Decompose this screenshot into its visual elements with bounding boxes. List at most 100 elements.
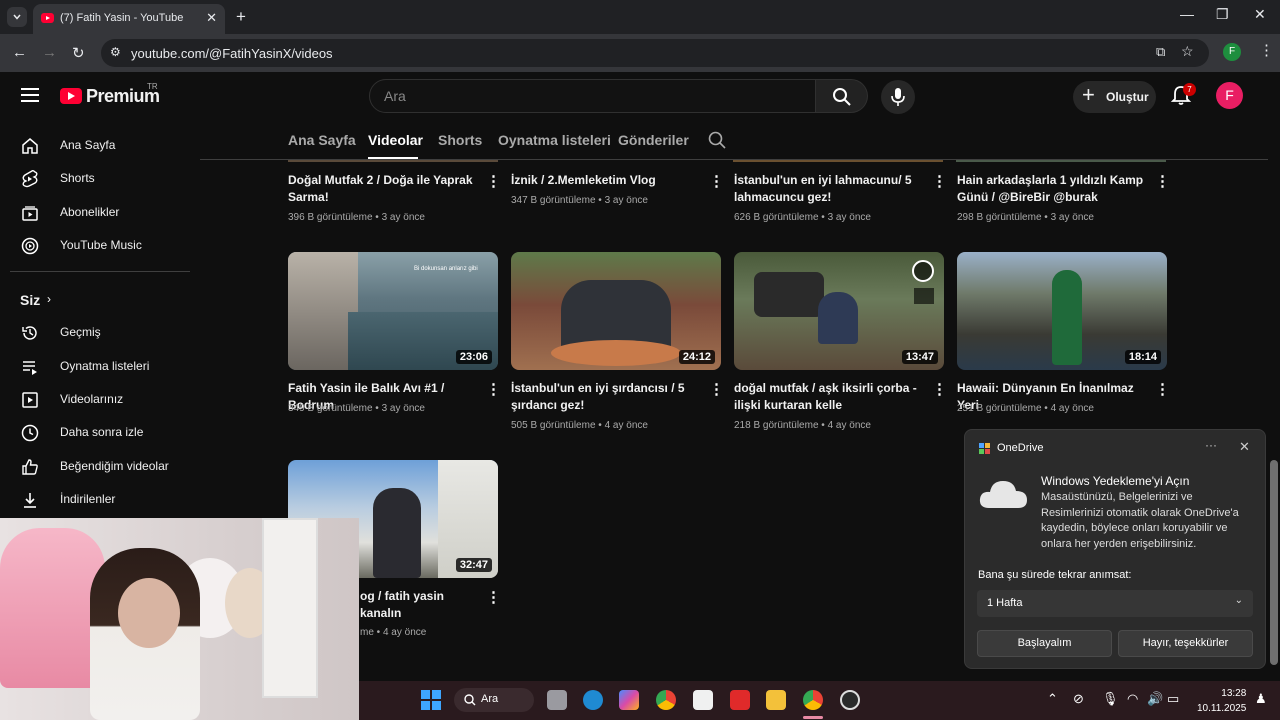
browser-profile-avatar[interactable]: F [1223,43,1241,61]
sidebar-item-watch-later[interactable]: Daha sonra izle [0,418,200,448]
volume-icon[interactable]: 🔊 [1147,691,1163,707]
search-button[interactable] [816,79,868,113]
maximize-icon[interactable]: ❐ [1216,6,1229,23]
video-menu-icon[interactable]: ⋮ [709,172,724,190]
install-app-icon[interactable]: ⧉ [1156,44,1165,60]
chevron-right-icon[interactable]: › [47,292,51,306]
video-title[interactable]: Hain arkadaşlarla 1 yıldızlı Kamp Günü /… [957,172,1147,206]
video-title[interactable]: og / fatih yasin kanalın [360,588,485,622]
add-to-queue-icon[interactable] [914,288,934,304]
video-title[interactable]: İstanbul'un en iyi şırdancısı / 5 şırdan… [511,380,696,414]
show-hidden-icons-icon[interactable]: ⌃ [1047,691,1058,707]
video-menu-icon[interactable]: ⋮ [1155,172,1170,190]
scrollbar-thumb[interactable] [1270,460,1278,665]
voice-search-button[interactable] [881,80,915,114]
search-box [369,79,816,113]
view-count: 349 B görüntüleme [288,403,373,414]
view-count: 218 B görüntüleme [734,420,819,431]
more-options-icon[interactable]: ··· [1205,438,1217,452]
battery-icon[interactable]: ▭ [1167,691,1179,707]
video-menu-icon[interactable]: ⋮ [486,588,501,606]
site-info-icon[interactable]: ⚙ [110,45,121,59]
search-input[interactable] [384,88,784,104]
video-duration: 18:14 [1124,350,1161,364]
no-thanks-button[interactable]: Hayır, teşekkürler [1118,630,1253,657]
sidebar-item-downloads[interactable]: İndirilenler [0,485,200,515]
tab-home[interactable]: Ana Sayfa [288,132,356,148]
video-thumbnail[interactable]: Bi dokunsan anlarız gibi 23:06 [288,252,498,370]
store-icon[interactable] [693,690,713,710]
video-title[interactable]: Doğal Mutfak 2 / Doğa ile Yaprak Sarma! [288,172,473,206]
minimize-icon[interactable]: — [1180,6,1194,22]
you-section-title[interactable]: Siz [20,292,40,308]
video-menu-icon[interactable]: ⋮ [486,172,501,190]
edge-icon[interactable] [583,690,603,710]
sidebar-item-shorts[interactable]: Shorts [0,164,200,194]
video-thumbnail[interactable]: 13:47 [734,252,944,370]
channel-search-icon[interactable] [708,131,726,149]
tab-search-button[interactable] [7,7,27,27]
wifi-icon[interactable]: ◠ [1127,691,1138,707]
youtube-logo-icon[interactable] [60,88,82,104]
browser-tab-active[interactable]: (7) Fatih Yasin - YouTube ✕ [33,4,225,34]
sidebar-item-label: Shorts [60,171,95,185]
sidebar-item-music[interactable]: YouTube Music [0,231,200,261]
upload-age: 3 ay önce [1050,212,1094,223]
file-explorer-icon[interactable] [766,690,786,710]
upload-age: 3 ay önce [381,403,425,414]
windows-start-icon[interactable] [421,690,441,710]
sidebar-item-subscriptions[interactable]: Abonelikler [0,198,200,228]
sidebar-item-history[interactable]: Geçmiş [0,318,200,348]
taskbar-search[interactable]: Ara [454,688,534,712]
watch-later-overlay-icon[interactable] [912,260,934,282]
chrome-active-icon[interactable] [803,690,823,710]
taskbar-clock[interactable]: 13:28 10.11.2025 [1197,686,1246,716]
reload-icon[interactable]: ↻ [72,44,85,62]
menu-hamburger-icon[interactable] [21,88,39,102]
browser-menu-icon[interactable]: ⋮ [1259,41,1274,59]
task-view-icon[interactable] [547,690,567,710]
chrome-icon[interactable] [656,690,676,710]
new-tab-icon[interactable]: + [236,7,246,27]
tab-playlists[interactable]: Oynatma listeleri [498,132,611,148]
forward-icon[interactable]: → [42,44,57,61]
back-icon[interactable]: ← [12,44,27,61]
microphone-icon[interactable]: 🎙 [1102,691,1119,707]
sidebar-item-playlists[interactable]: Oynatma listeleri [0,352,200,382]
sidebar-item-liked-videos[interactable]: Beğendiğim videolar [0,452,200,482]
create-button[interactable]: + Oluştur [1073,81,1156,113]
video-menu-icon[interactable]: ⋮ [932,172,947,190]
video-title[interactable]: İstanbul'un en iyi lahmacunu/ 5 lahmacun… [734,172,919,206]
close-window-icon[interactable]: ✕ [1254,6,1266,23]
video-thumbnail[interactable]: 24:12 [511,252,721,370]
tab-posts[interactable]: Gönderiler [618,132,689,148]
thumbnail-pot [754,272,824,317]
upload-age: 3 ay önce [827,212,871,223]
notifications-icon[interactable]: ♟ [1255,691,1267,707]
view-count: 505 B görüntüleme [511,420,596,431]
video-menu-icon[interactable]: ⋮ [932,380,947,398]
close-icon[interactable]: ✕ [1239,439,1250,455]
video-title[interactable]: doğal mutfak / aşk iksirli çorba - ilişk… [734,380,919,414]
video-menu-icon[interactable]: ⋮ [486,380,501,398]
remind-interval-select[interactable]: 1 Hafta ⌄ [977,590,1253,617]
video-thumbnail[interactable]: 18:14 [957,252,1167,370]
network-off-icon[interactable]: ⊘ [1073,691,1084,707]
account-avatar[interactable]: F [1216,82,1243,109]
sidebar-item-your-videos[interactable]: Videolarınız [0,385,200,415]
tab-shorts[interactable]: Shorts [438,132,482,148]
wps-office-icon[interactable] [730,690,750,710]
obs-icon[interactable] [840,690,860,710]
video-menu-icon[interactable]: ⋮ [1155,380,1170,398]
copilot-icon[interactable] [619,690,639,710]
video-title[interactable]: İznik / 2.Memleketim Vlog [511,172,696,189]
thumbnail-person [373,488,421,578]
close-tab-icon[interactable]: ✕ [206,10,217,26]
video-menu-icon[interactable]: ⋮ [709,380,724,398]
view-count: me [360,627,374,638]
address-bar[interactable]: ⚙ youtube.com/@FatihYasinX/videos ⧉ ☆ [101,39,1209,67]
start-button[interactable]: Başlayalım [977,630,1112,657]
bookmark-star-icon[interactable]: ☆ [1181,43,1194,60]
tab-videos[interactable]: Videolar [368,132,423,148]
sidebar-item-home[interactable]: Ana Sayfa [0,131,200,161]
